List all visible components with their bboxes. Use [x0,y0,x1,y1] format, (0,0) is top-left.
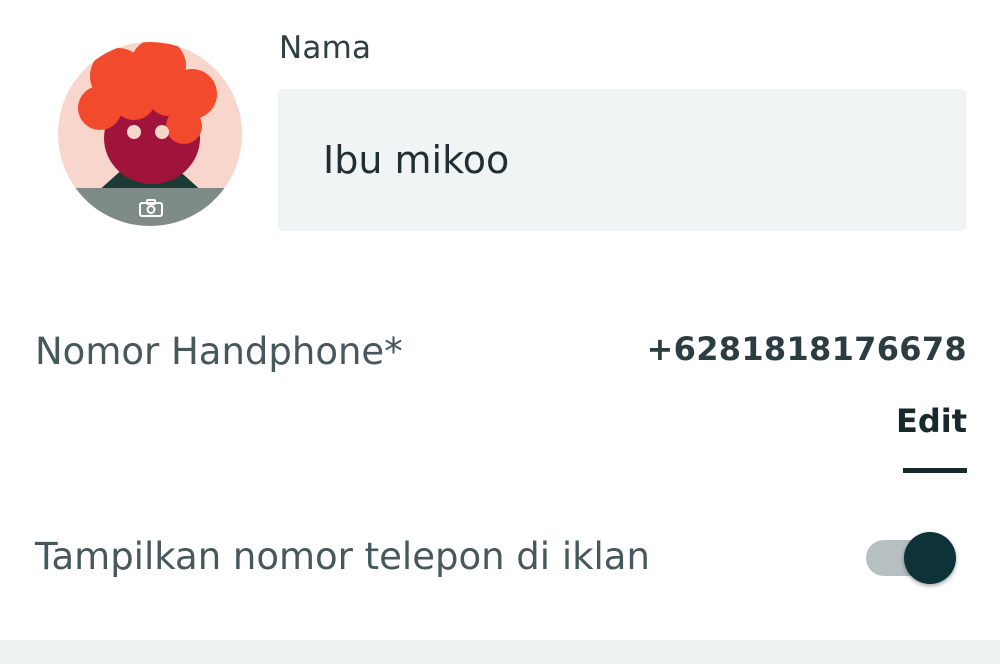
profile-edit-screen: Nama Ibu mikoo Nomor Handphone* +6281818… [0,0,1000,664]
name-input-value: Ibu mikoo [323,138,510,182]
edit-phone-button[interactable]: Edit [896,402,967,440]
section-divider [0,640,1000,664]
name-label: Nama [279,30,372,66]
name-input[interactable]: Ibu mikoo [278,89,966,231]
show-phone-label: Tampilkan nomor telepon di iklan [35,535,650,578]
profile-avatar[interactable] [56,36,244,232]
phone-value: +6281818176678 [646,330,967,368]
phone-label: Nomor Handphone* [35,330,403,373]
edit-underline [903,468,967,473]
show-phone-toggle[interactable] [866,530,960,588]
toggle-knob [904,532,956,584]
camera-icon[interactable] [138,198,164,218]
